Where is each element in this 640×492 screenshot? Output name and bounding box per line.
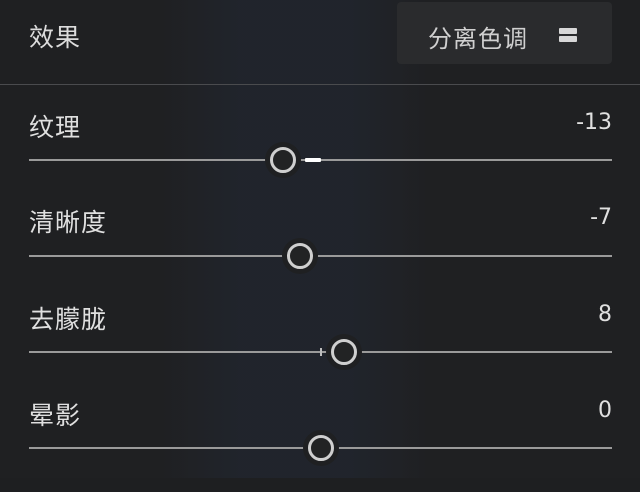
slider-center-tick-dehaze xyxy=(320,348,322,356)
panel-title: 效果 xyxy=(29,23,82,52)
effects-header: 效果 分离色调 xyxy=(0,0,640,82)
slider-thumb-texture[interactable] xyxy=(269,147,296,173)
slider-value-vignette: 0 xyxy=(598,398,612,423)
slider-label-vignette: 晕影 xyxy=(29,401,82,430)
slider-thumb-vignette[interactable] xyxy=(307,435,334,461)
slider-value-texture: -13 xyxy=(576,110,612,135)
slider-label-dehaze: 去朦胧 xyxy=(29,305,108,334)
split-toning-label: 分离色调 xyxy=(428,25,528,53)
effects-panel: 效果 分离色调 纹理 -13 清晰度 -7 去朦胧 8 晕影 0 xyxy=(0,0,640,478)
slider-label-clarity: 清晰度 xyxy=(29,208,108,237)
slider-row-texture: 纹理 -13 xyxy=(0,108,640,204)
slider-track-clarity[interactable] xyxy=(29,255,612,257)
slider-track-texture[interactable] xyxy=(29,159,612,161)
slider-label-texture: 纹理 xyxy=(29,113,82,142)
slider-row-dehaze: 去朦胧 8 xyxy=(0,300,640,396)
split-panel-icon xyxy=(559,27,577,42)
slider-fill-texture xyxy=(304,158,321,162)
slider-value-clarity: -7 xyxy=(590,205,612,230)
slider-thumb-clarity[interactable] xyxy=(287,243,314,269)
slider-row-clarity: 清晰度 -7 xyxy=(0,203,640,299)
slider-thumb-dehaze[interactable] xyxy=(330,339,357,365)
header-divider xyxy=(0,84,640,85)
slider-value-dehaze: 8 xyxy=(598,302,612,327)
split-toning-button[interactable]: 分离色调 xyxy=(397,2,612,64)
